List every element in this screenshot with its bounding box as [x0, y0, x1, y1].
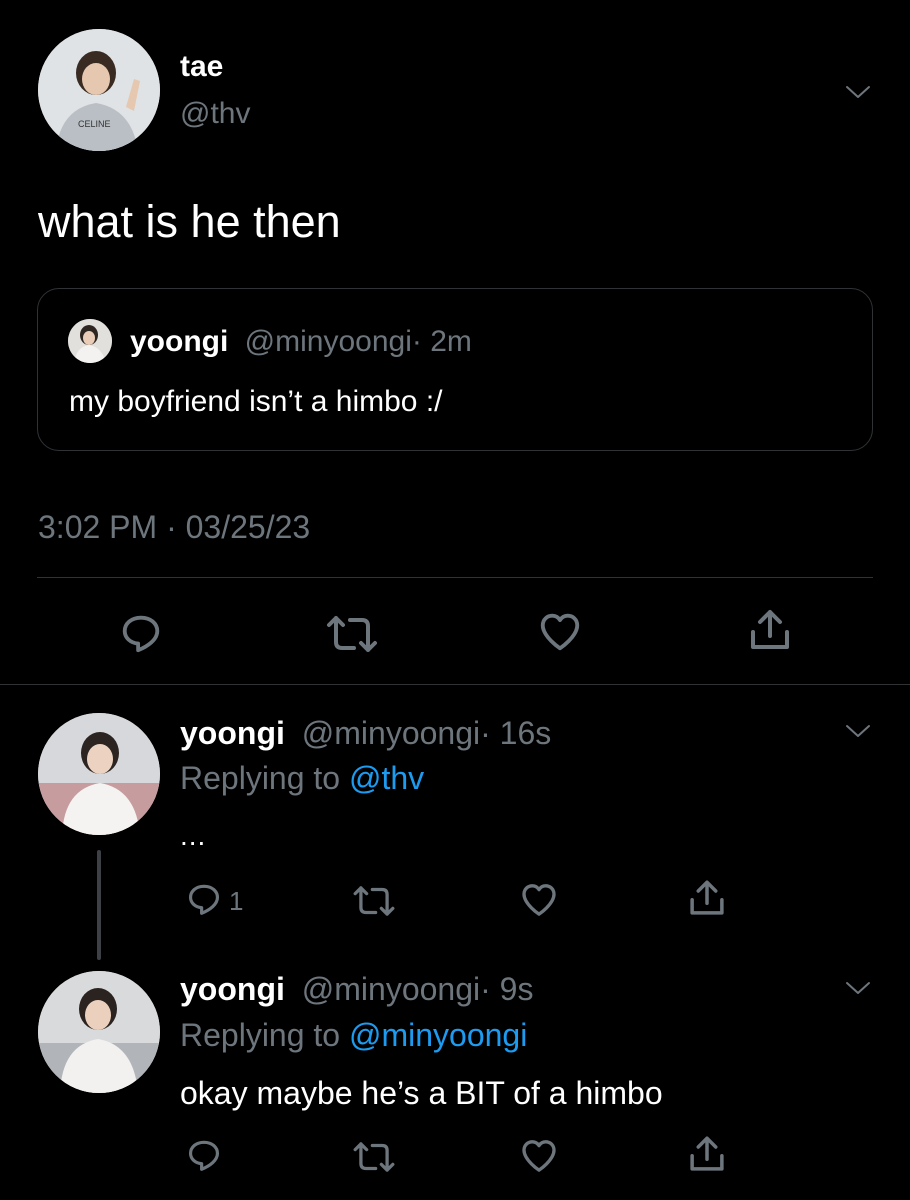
heart-icon[interactable] — [518, 880, 560, 920]
chevron-down-icon[interactable] — [845, 980, 871, 996]
tweet-text: what is he then — [38, 196, 341, 247]
reply-header: yoongi @minyoongi· 16s — [180, 715, 551, 752]
replying-to-handle[interactable]: @minyoongi — [349, 1017, 527, 1053]
chevron-down-icon[interactable] — [845, 84, 871, 100]
retweet-icon[interactable] — [352, 1139, 396, 1175]
share-icon[interactable] — [686, 877, 728, 919]
reply-handle[interactable]: @minyoongi — [302, 971, 480, 1007]
reply-header: yoongi @minyoongi· 9s — [180, 971, 533, 1008]
quote-text: my boyfriend isn’t a himbo :/ — [69, 385, 443, 418]
replying-to-label: Replying to — [180, 760, 341, 796]
reply-time: · 9s — [480, 971, 534, 1007]
reply-avatar[interactable] — [38, 971, 160, 1093]
quote-header: yoongi @minyoongi· 2m — [130, 325, 472, 359]
replying-to-label: Replying to — [180, 1017, 341, 1053]
quote-display-name: yoongi — [130, 325, 229, 358]
timestamp-divider — [37, 577, 873, 578]
retweet-icon[interactable] — [326, 612, 378, 656]
author-avatar[interactable]: CELINE — [38, 29, 160, 151]
share-icon[interactable] — [686, 1133, 728, 1175]
replying-to-handle[interactable]: @thv — [349, 760, 424, 796]
reply-icon[interactable] — [117, 610, 165, 656]
section-divider — [0, 684, 910, 685]
reply-text: okay maybe he’s a BIT of a himbo — [180, 1075, 663, 1111]
reply-count: 1 — [229, 886, 244, 916]
author-handle[interactable]: @thv — [180, 97, 250, 131]
share-icon[interactable] — [746, 606, 794, 654]
reply-text: ... — [180, 820, 207, 851]
reply-avatar[interactable] — [38, 713, 160, 835]
reply-icon[interactable] — [184, 1136, 224, 1174]
tweet-timestamp[interactable]: 3:02 PM · 03/25/23 — [38, 509, 310, 546]
reply-display-name[interactable]: yoongi — [180, 971, 285, 1007]
reply-icon[interactable] — [184, 880, 224, 918]
heart-icon[interactable] — [518, 1136, 560, 1176]
replying-to-line: Replying to @minyoongi — [180, 1017, 527, 1054]
replying-to-line: Replying to @thv — [180, 760, 424, 797]
reply-handle[interactable]: @minyoongi — [302, 715, 480, 751]
quote-avatar — [68, 319, 112, 363]
svg-text:CELINE: CELINE — [78, 119, 111, 129]
heart-icon[interactable] — [536, 609, 584, 655]
quote-time: · 2m — [411, 325, 472, 358]
quote-tweet-card[interactable]: yoongi @minyoongi· 2m my boyfriend isn’t… — [37, 288, 873, 451]
reply-display-name[interactable]: yoongi — [180, 715, 285, 751]
reply-time: · 16s — [480, 715, 552, 751]
author-display-name[interactable]: tae — [180, 50, 223, 84]
thread-line — [97, 850, 101, 960]
retweet-icon[interactable] — [352, 883, 396, 919]
quote-handle: @minyoongi — [244, 325, 412, 358]
chevron-down-icon[interactable] — [845, 723, 871, 739]
